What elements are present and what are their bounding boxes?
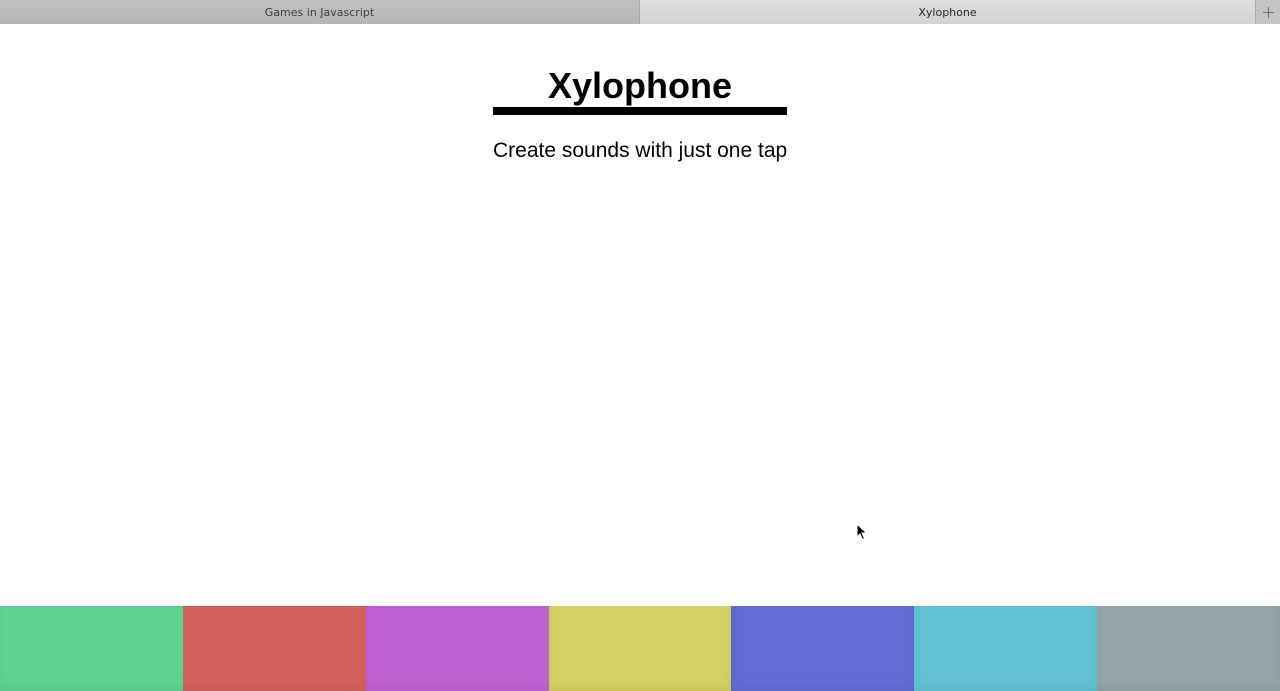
xylophone-key-7[interactable] <box>1097 606 1280 691</box>
tab-xylophone[interactable]: Xylophone <box>640 0 1255 24</box>
tab-label: Xylophone <box>918 5 977 19</box>
xylophone-key-5[interactable] <box>731 606 915 691</box>
title-underline <box>493 107 787 115</box>
mouse-pointer-icon <box>856 523 868 541</box>
page-subtitle: Create sounds with just one tap <box>493 139 788 162</box>
new-tab-button[interactable] <box>1255 0 1280 24</box>
tab-bar: Games in Javascript Xylophone <box>0 0 1280 24</box>
xylophone-key-6[interactable] <box>914 606 1098 691</box>
xylophone-key-1[interactable] <box>0 606 183 691</box>
tab-games-in-javascript[interactable]: Games in Javascript <box>0 0 640 24</box>
xylophone-keys <box>0 606 1280 691</box>
page-title: Xylophone <box>547 65 732 106</box>
xylophone-key-4[interactable] <box>548 606 732 691</box>
plus-icon <box>1262 6 1274 18</box>
tab-label: Games in Javascript <box>264 5 375 19</box>
xylophone-key-3[interactable] <box>365 606 549 691</box>
xylophone-key-2[interactable] <box>182 606 366 691</box>
page-header: Xylophone Create sounds with just one ta… <box>493 64 787 164</box>
